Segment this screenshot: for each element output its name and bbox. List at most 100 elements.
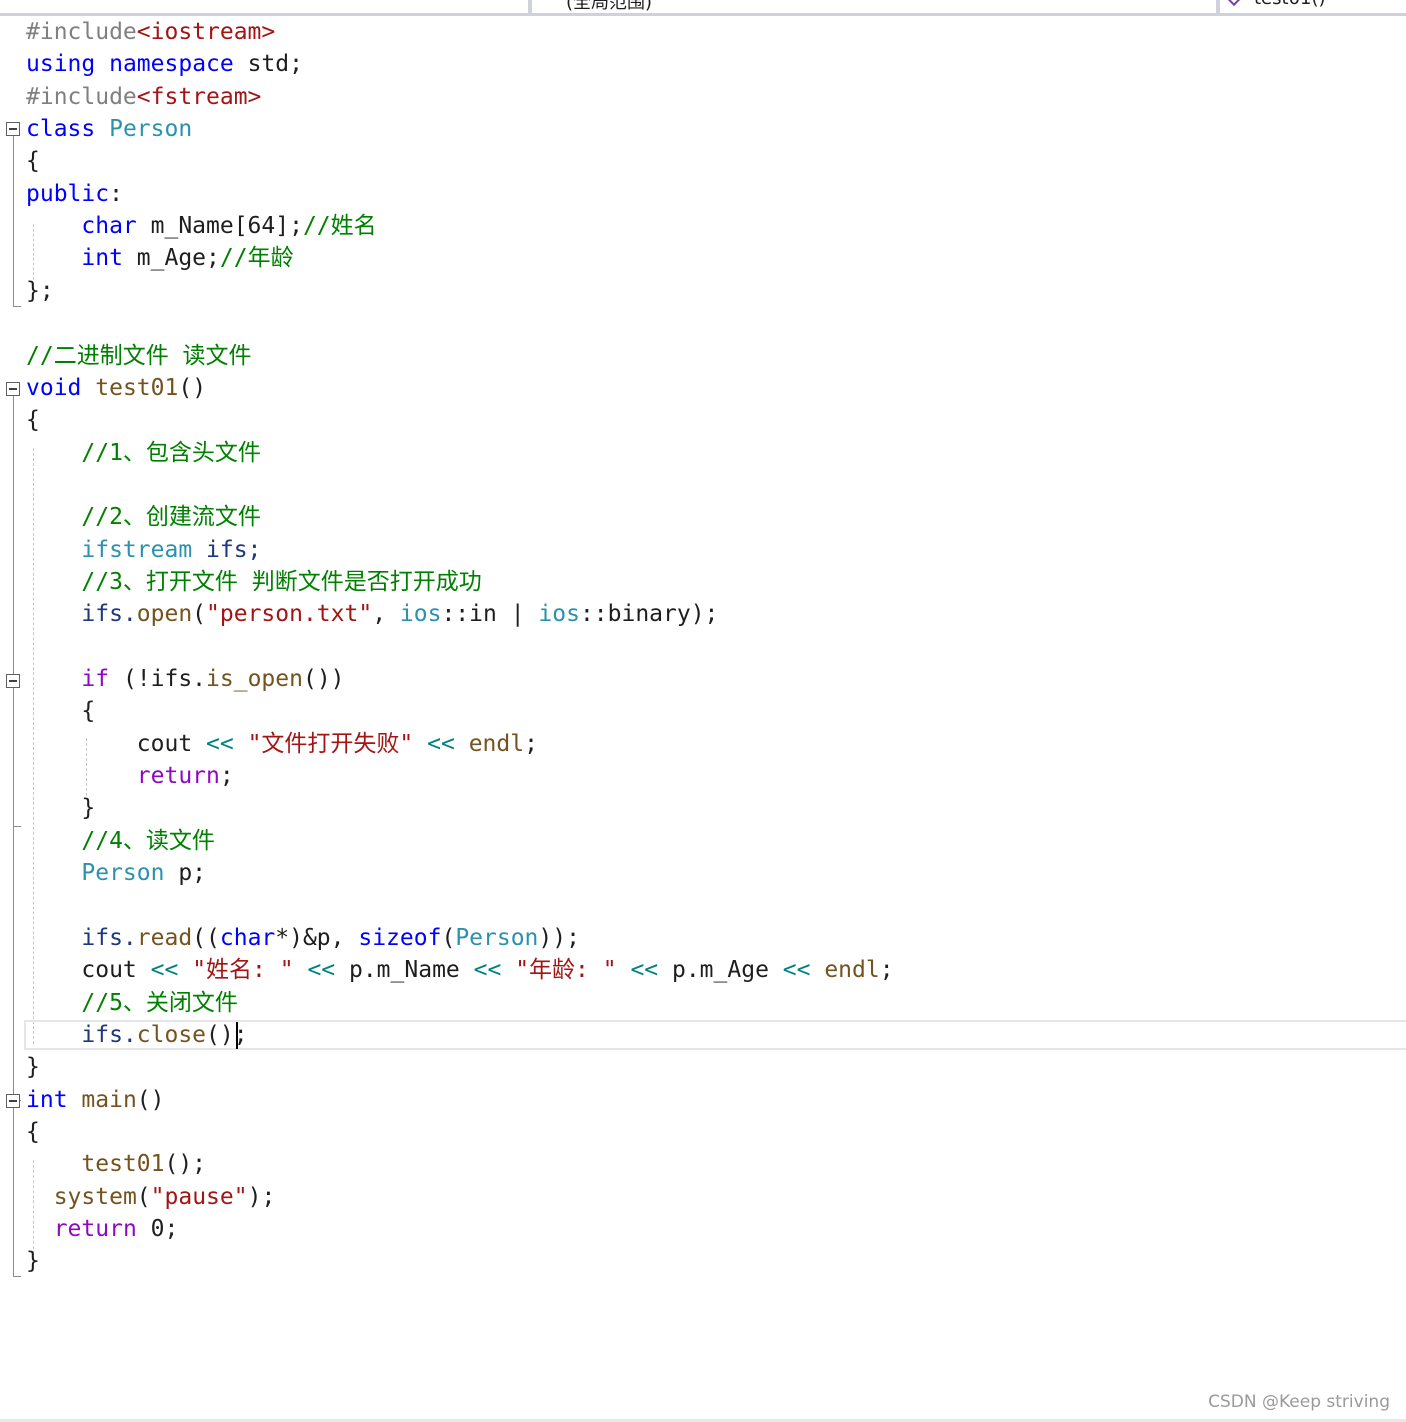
code-token: <<: [630, 957, 659, 984]
code-line[interactable]: //3、打开文件 判断文件是否打开成功: [26, 566, 481, 598]
code-line[interactable]: using namespace std;: [26, 48, 303, 80]
code-line[interactable]: {: [26, 145, 40, 177]
code-token: ;: [524, 730, 538, 757]
code-token: ((: [192, 924, 220, 951]
code-token: <fstream>: [136, 83, 262, 110]
code-line[interactable]: int m_Age;//年龄: [26, 242, 293, 274]
nav-divider: [1216, 0, 1220, 13]
function-dropdown[interactable]: test01(): [1254, 0, 1326, 9]
code-line[interactable]: {: [26, 695, 95, 727]
code-token: open: [136, 601, 193, 628]
collapse-toggle-test01[interactable]: [6, 382, 20, 396]
code-line[interactable]: void test01(): [26, 372, 206, 404]
code-line[interactable]: //1、包含头文件: [26, 437, 261, 469]
code-token: };: [26, 277, 54, 304]
code-line[interactable]: }: [26, 792, 95, 824]
code-token: return: [136, 763, 220, 790]
code-token: *)&p,: [275, 924, 359, 951]
code-token: p.m_Age: [658, 957, 783, 984]
code-token: public: [26, 180, 110, 207]
code-line[interactable]: class Person: [26, 113, 192, 145]
code-line[interactable]: return 0;: [26, 1213, 179, 1245]
code-token: {: [26, 1118, 40, 1145]
text-cursor: [236, 1022, 238, 1049]
code-token: }: [26, 795, 96, 822]
code-token: <<: [206, 730, 234, 757]
code-token: <iostream>: [136, 19, 276, 45]
code-token: ::in |: [441, 601, 539, 628]
code-line[interactable]: #include<iostream>: [26, 16, 275, 48]
code-token: main: [81, 1086, 137, 1113]
code-line[interactable]: //2、创建流文件: [26, 501, 261, 533]
code-line[interactable]: cout << "文件打开失败" << endl;: [26, 728, 538, 760]
code-token: ;: [219, 763, 234, 790]
code-line[interactable]: if (!ifs.is_open()): [26, 663, 344, 695]
code-line[interactable]: test01();: [26, 1148, 206, 1180]
code-token: char: [81, 213, 137, 240]
code-token: ios: [538, 601, 580, 628]
code-token: using: [26, 51, 96, 78]
code-token: test01: [95, 374, 179, 401]
code-line[interactable]: system("pause");: [26, 1181, 276, 1213]
code-token: sizeof: [358, 924, 442, 951]
code-token: class: [26, 116, 96, 143]
code-token: ifs;: [192, 536, 262, 563]
code-token: "person.txt": [206, 601, 373, 628]
collapse-toggle-if[interactable]: [6, 674, 20, 688]
code-line[interactable]: ifs.open("person.txt", ios::in | ios::bi…: [26, 598, 718, 630]
code-line[interactable]: {: [26, 1116, 40, 1148]
code-line[interactable]: ifstream ifs;: [26, 534, 261, 566]
code-token: return: [53, 1215, 137, 1242]
code-line[interactable]: cout << "姓名: " << p.m_Name << "年龄: " << …: [26, 954, 893, 986]
code-line[interactable]: }: [26, 1245, 40, 1277]
code-token: read: [136, 924, 193, 951]
code-token: p.m_Name: [335, 957, 474, 984]
code-line[interactable]: ifs.read((char*)&p, sizeof(Person));: [26, 922, 580, 954]
collapse-toggle-class-person[interactable]: [6, 122, 20, 136]
code-token: namespace: [109, 51, 234, 78]
code-token: "文件打开失败": [247, 730, 414, 757]
code-token: ::binary);: [579, 601, 719, 628]
code-line[interactable]: char m_Name[64];//姓名: [26, 210, 377, 242]
code-line[interactable]: Person p;: [26, 857, 206, 889]
code-line[interactable]: //二进制文件 读文件: [26, 340, 252, 372]
code-line[interactable]: }: [26, 1051, 40, 1083]
collapse-toggle-main[interactable]: [6, 1094, 20, 1108]
scope-dropdown[interactable]: (全局范围): [566, 0, 652, 13]
current-line-highlight: [24, 1020, 1406, 1050]
code-token: int: [81, 245, 123, 272]
code-token: }: [26, 1054, 40, 1081]
code-token: ,: [372, 601, 400, 628]
fold-region-end: [13, 826, 21, 827]
code-line[interactable]: //5、关闭文件: [26, 987, 238, 1019]
code-token: //姓名: [302, 213, 377, 240]
code-token: "年龄: ": [515, 957, 617, 984]
code-token: Person: [455, 924, 539, 951]
code-line[interactable]: {: [26, 404, 40, 436]
code-line[interactable]: };: [26, 275, 54, 307]
code-line[interactable]: return;: [26, 760, 234, 792]
code-token: Person: [109, 116, 193, 143]
code-token: <<: [427, 730, 455, 757]
code-line[interactable]: #include<fstream>: [26, 81, 261, 113]
code-editor[interactable]: #include<iostream> using namespace std; #i…: [0, 16, 1406, 1296]
code-line[interactable]: int main(): [26, 1084, 165, 1116]
code-line[interactable]: //4、读文件: [26, 825, 215, 857]
code-line[interactable]: public:: [26, 178, 123, 210]
code-token: void: [26, 374, 82, 401]
